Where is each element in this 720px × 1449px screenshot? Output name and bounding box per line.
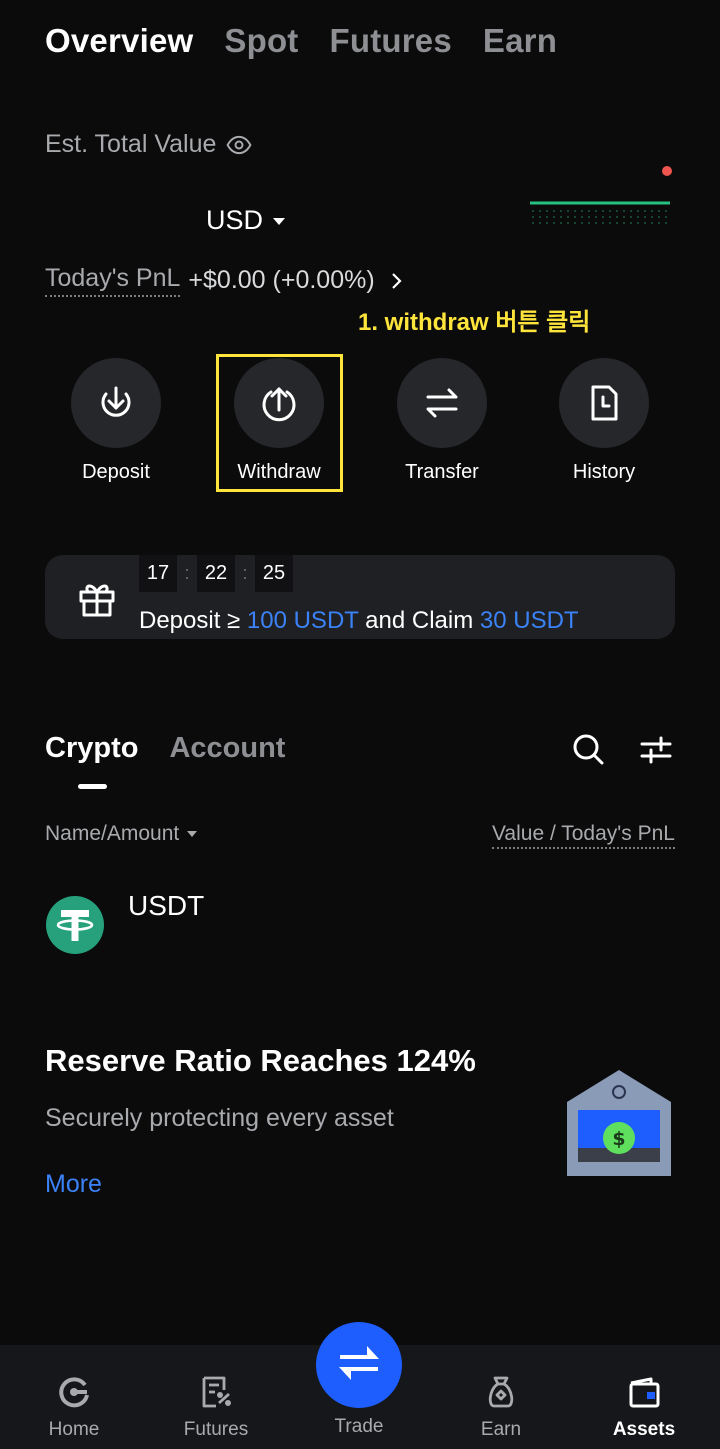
est-total-value-text: Est. Total Value — [45, 130, 217, 158]
earn-icon — [488, 1376, 514, 1408]
tab-earn[interactable]: Earn — [483, 22, 557, 60]
deposit-button[interactable]: Deposit — [51, 358, 181, 484]
nav-assets-label: Assets — [612, 1419, 676, 1440]
nav-home[interactable]: Home — [14, 1345, 134, 1441]
caret-down-icon — [187, 831, 198, 837]
nav-home-label: Home — [48, 1419, 100, 1440]
transfer-circle — [397, 358, 487, 448]
swap-arrows-icon — [339, 1346, 379, 1380]
transfer-label: Transfer — [405, 461, 479, 483]
svg-text:$: $ — [612, 1128, 625, 1150]
deposit-icon — [101, 386, 131, 417]
promo-reward: 30 USDT — [479, 607, 579, 634]
nav-assets[interactable]: Assets — [584, 1345, 704, 1441]
gift-icon — [79, 584, 115, 617]
usdt-icon — [46, 896, 104, 954]
nav-earn-label: Earn — [480, 1419, 522, 1440]
top-tabs: Overview Spot Futures Earn — [45, 22, 557, 60]
tab-crypto[interactable]: Crypto — [45, 732, 138, 765]
asset-row[interactable]: USDT — [45, 888, 675, 958]
annotation-text: 1. withdraw 버튼 클릭 — [358, 309, 591, 336]
currency-selector[interactable]: USD — [206, 205, 286, 236]
trade-button[interactable] — [316, 1322, 402, 1408]
todays-pnl[interactable]: Today's PnL +$0.00 (+0.00%) — [45, 264, 407, 297]
transfer-icon — [426, 388, 458, 418]
promo-text-prefix: Deposit ≥ — [139, 607, 247, 634]
timer-separator: : — [242, 563, 248, 583]
timer-seconds: 25 — [255, 555, 293, 592]
history-label: History — [572, 461, 636, 483]
history-circle — [559, 358, 649, 448]
deposit-promo-banner[interactable]: 17 : 22 : 25 Deposit ≥ 100 USDT and Clai… — [45, 555, 675, 639]
transfer-button[interactable]: Transfer — [377, 358, 507, 484]
asset-name: USDT — [128, 890, 205, 921]
history-icon — [591, 385, 618, 421]
wallet-icon — [629, 1377, 660, 1408]
tab-overview[interactable]: Overview — [45, 22, 193, 60]
reserve-more-link[interactable]: More — [45, 1170, 102, 1199]
promo-text-mid: and Claim — [358, 607, 480, 634]
home-logo-icon — [59, 1377, 89, 1408]
timer-hours: 17 — [139, 555, 177, 592]
nav-earn[interactable]: Earn — [441, 1345, 561, 1441]
deposit-label: Deposit — [82, 461, 150, 483]
tab-account[interactable]: Account — [169, 732, 285, 765]
col-value-pnl-label[interactable]: Value / Today's PnL — [491, 822, 675, 849]
nav-futures-label: Futures — [183, 1419, 249, 1440]
reserve-subtitle: Securely protecting every asset — [45, 1104, 394, 1132]
nav-trade-label[interactable]: Trade — [299, 1416, 419, 1438]
promo-text: Deposit ≥ 100 USDT and Claim 30 USDT — [139, 607, 579, 635]
filter-icon[interactable] — [640, 735, 672, 765]
timer-separator: : — [184, 563, 190, 583]
bank-vault-icon: $ — [567, 1070, 671, 1176]
futures-icon — [202, 1376, 231, 1408]
nav-futures[interactable]: Futures — [156, 1345, 276, 1441]
asset-tabs: Crypto Account — [45, 732, 285, 765]
notification-dot — [662, 166, 672, 176]
est-total-value-label: Est. Total Value — [45, 130, 252, 159]
timer-minutes: 22 — [197, 555, 235, 592]
asset-actions: Deposit Withdraw Transfer History — [0, 358, 720, 498]
tab-spot[interactable]: Spot — [224, 22, 298, 60]
pnl-sparkline — [530, 201, 670, 224]
active-tab-indicator — [78, 784, 107, 789]
history-button[interactable]: History — [539, 358, 669, 484]
caret-down-icon — [273, 218, 286, 225]
chevron-right-icon — [391, 272, 402, 289]
currency-label: USD — [206, 205, 264, 235]
tab-futures[interactable]: Futures — [330, 22, 452, 60]
col-name-amount-label: Name/Amount — [45, 822, 180, 845]
countdown-timer: 17 : 22 : 25 — [139, 555, 293, 592]
reserve-title: Reserve Ratio Reaches 124% — [45, 1043, 476, 1078]
deposit-circle — [71, 358, 161, 448]
pnl-value: +$0.00 (+0.00%) — [188, 266, 375, 294]
pnl-label: Today's PnL — [45, 264, 181, 297]
promo-amount: 100 USDT — [246, 607, 359, 634]
withdraw-highlight-box — [216, 354, 343, 492]
eye-icon[interactable] — [226, 132, 252, 158]
sort-name-amount[interactable]: Name/Amount — [45, 822, 198, 846]
search-icon[interactable] — [572, 733, 605, 766]
